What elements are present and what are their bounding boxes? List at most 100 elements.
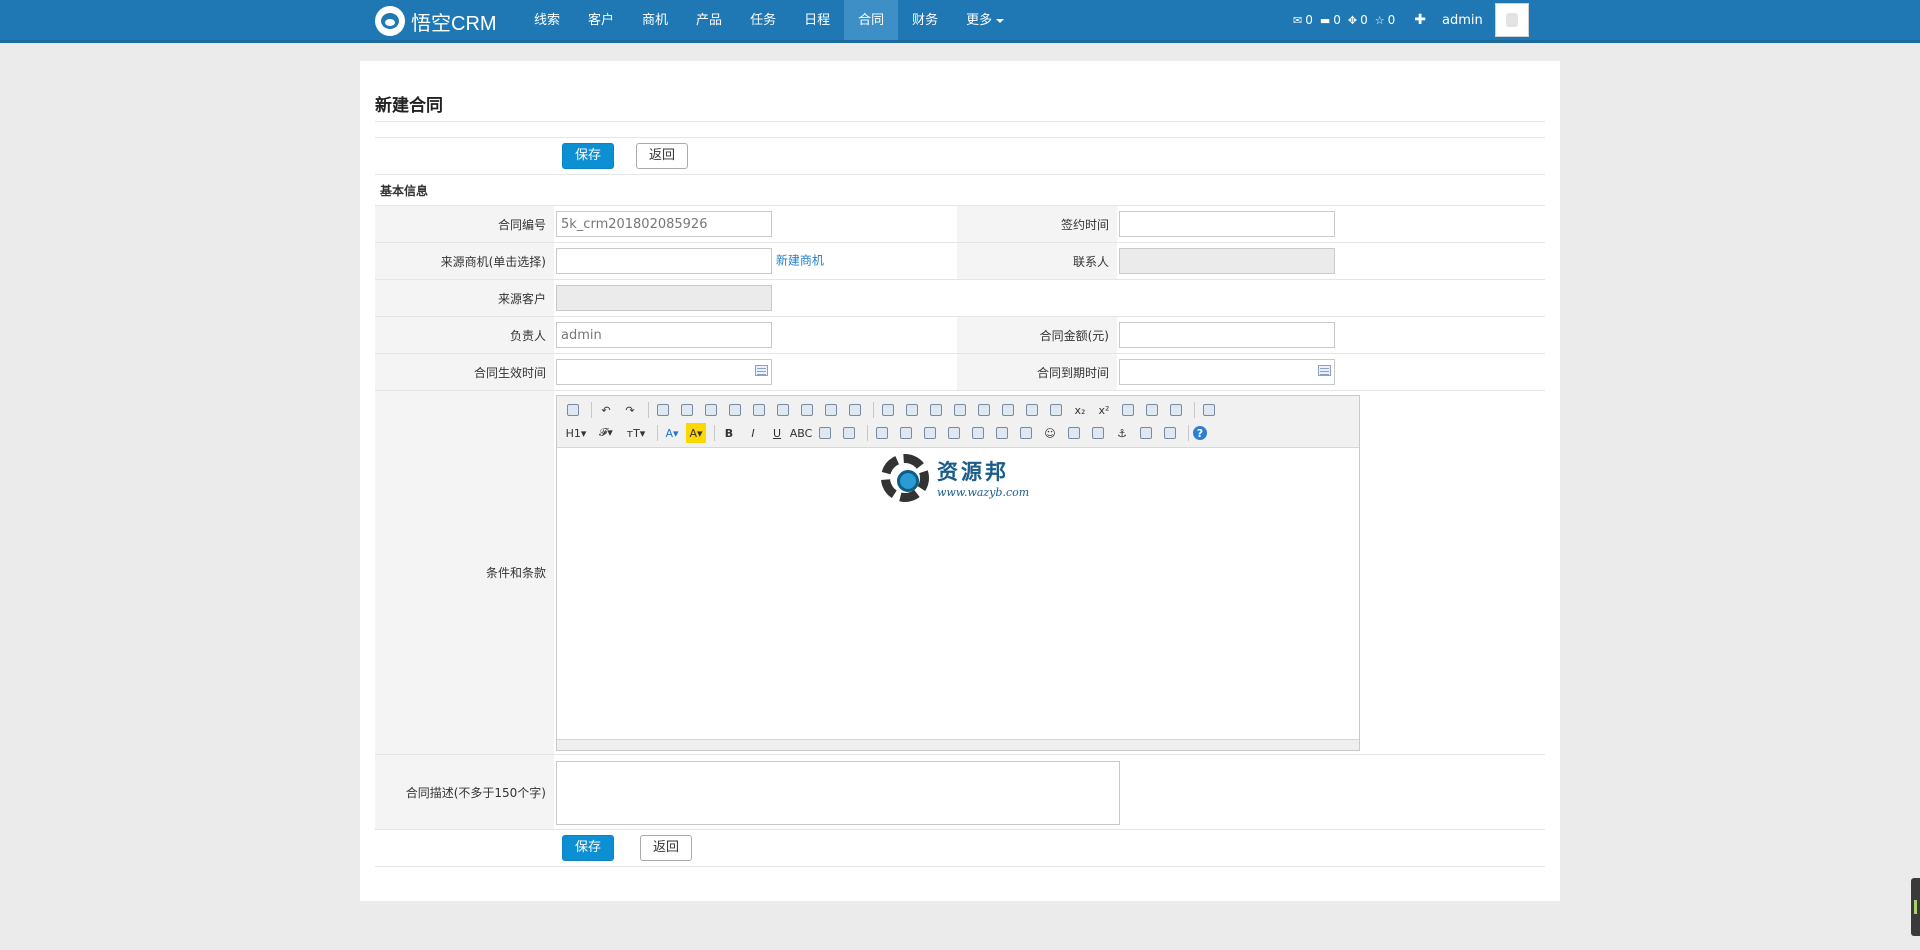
save-button-bottom[interactable]: 保存	[562, 835, 615, 861]
source-icon[interactable]	[563, 400, 583, 420]
underline-icon[interactable]: U	[767, 423, 787, 443]
back-button-top[interactable]: 返回	[636, 143, 689, 169]
fullscreen-icon[interactable]	[1199, 400, 1219, 420]
source-customer-input[interactable]	[556, 285, 772, 311]
superscript-icon[interactable]: x²	[1094, 400, 1114, 420]
indent-icon[interactable]	[1022, 400, 1042, 420]
heading-icon[interactable]: H1▾	[563, 423, 589, 443]
back-button-bottom[interactable]: 返回	[640, 835, 693, 861]
media-icon[interactable]	[944, 423, 964, 443]
empty-cell	[957, 279, 1545, 317]
italic-icon[interactable]: I	[743, 423, 763, 443]
comment-stat[interactable]: ▬ 0	[1320, 13, 1341, 27]
hilite-color-icon[interactable]: A▾	[686, 423, 706, 443]
link-icon[interactable]	[1136, 423, 1156, 443]
paste-text-icon[interactable]	[821, 400, 841, 420]
select-all-icon[interactable]	[1166, 400, 1186, 420]
nav-tasks[interactable]: 任务	[736, 0, 790, 40]
owner-input[interactable]	[556, 322, 772, 348]
emoticon-icon[interactable]: ☺	[1040, 423, 1060, 443]
table-icon[interactable]	[992, 423, 1012, 443]
strikethrough-icon[interactable]: ABC	[790, 423, 813, 443]
copy-icon[interactable]	[773, 400, 793, 420]
unlink-icon[interactable]	[1160, 423, 1180, 443]
align-right-icon[interactable]	[926, 400, 946, 420]
line-height-icon[interactable]	[815, 423, 835, 443]
avatar[interactable]	[1494, 3, 1529, 37]
code-icon[interactable]	[725, 400, 745, 420]
align-center-icon[interactable]	[902, 400, 922, 420]
nav-opportunities[interactable]: 商机	[628, 0, 682, 40]
editor-content-area[interactable]: 资源邦 www.wazyb.com	[557, 448, 1359, 740]
page-break-icon[interactable]	[1088, 423, 1108, 443]
bold-icon[interactable]: B	[719, 423, 739, 443]
nav-right: ✉ 0 ▬ 0 ✥ 0 ☆ 0 ✚ admin	[1293, 0, 1529, 40]
cut-icon[interactable]	[749, 400, 769, 420]
preview-icon[interactable]	[653, 400, 673, 420]
about-icon[interactable]: ?	[1193, 426, 1207, 440]
quick-format-icon[interactable]	[1142, 400, 1162, 420]
top-actions-row: 保存 返回	[375, 137, 1545, 175]
insert-file-icon[interactable]	[968, 423, 988, 443]
contact-input[interactable]	[1119, 248, 1335, 274]
nav-leads[interactable]: 线索	[520, 0, 574, 40]
start-date-input[interactable]	[556, 359, 772, 385]
paste-word-icon[interactable]	[845, 400, 865, 420]
mail-stat[interactable]: ✉ 0	[1293, 13, 1313, 27]
anchor-icon[interactable]: ⚓	[1112, 423, 1132, 443]
editor-resize-bar[interactable]	[557, 738, 1359, 750]
redo-icon[interactable]: ↷	[620, 400, 640, 420]
mail-count: 0	[1305, 13, 1313, 27]
clear-html-icon[interactable]	[1118, 400, 1138, 420]
user-menu[interactable]: admin	[1442, 13, 1483, 28]
brand[interactable]: 悟空CRM	[375, 6, 497, 36]
source-opp-label: 来源商机(单击选择)	[375, 242, 554, 280]
nav-schedule[interactable]: 日程	[790, 0, 844, 40]
amount-label: 合同金额(元)	[957, 316, 1117, 354]
nav-more[interactable]: 更多	[952, 0, 1018, 40]
baidu-map-icon[interactable]	[1064, 423, 1084, 443]
description-textarea[interactable]	[556, 760, 1120, 825]
calendar-icon[interactable]	[1318, 365, 1331, 376]
page-title: 新建合同	[375, 96, 443, 116]
nav-contracts[interactable]: 合同	[844, 0, 899, 40]
add-menu-button[interactable]: ✚	[1414, 12, 1426, 28]
flash-icon[interactable]	[920, 423, 940, 443]
unordered-list-icon[interactable]	[998, 400, 1018, 420]
justify-icon[interactable]	[950, 400, 970, 420]
star-stat[interactable]: ☆ 0	[1375, 13, 1396, 27]
ordered-list-icon[interactable]	[974, 400, 994, 420]
fore-color-icon[interactable]: A▾	[662, 423, 682, 443]
image-icon[interactable]	[872, 423, 892, 443]
multi-image-icon[interactable]	[896, 423, 916, 443]
undo-icon[interactable]: ↶	[596, 400, 616, 420]
task-stat[interactable]: ✥ 0	[1348, 13, 1368, 27]
toolbar-separator	[1188, 425, 1189, 441]
nav-customers[interactable]: 客户	[574, 0, 628, 40]
template-icon[interactable]	[701, 400, 721, 420]
comment-icon: ▬	[1319, 13, 1331, 27]
calendar-icon[interactable]	[755, 365, 768, 376]
rich-text-editor: ↶ ↷ x₂ x² H1▾ 𝓕▾ тT▾ A▾ A▾ B I U ABC ☺ ⚓? 资源邦 www.waz…	[556, 394, 1360, 751]
paste-icon[interactable]	[797, 400, 817, 420]
hr-icon[interactable]	[1016, 423, 1036, 443]
contract-no-input[interactable]	[556, 211, 772, 237]
nav-finance[interactable]: 财务	[898, 0, 952, 40]
contact-label: 联系人	[957, 242, 1117, 280]
remove-format-icon[interactable]	[839, 423, 859, 443]
caret-down-icon	[996, 18, 1005, 23]
nav-products[interactable]: 产品	[682, 0, 736, 40]
save-button-top[interactable]: 保存	[562, 143, 615, 169]
source-opp-input[interactable]	[556, 248, 772, 274]
align-left-icon[interactable]	[878, 400, 898, 420]
font-name-icon[interactable]: 𝓕▾	[593, 423, 619, 443]
sign-date-input[interactable]	[1119, 211, 1335, 237]
outdent-icon[interactable]	[1046, 400, 1066, 420]
side-feedback-tab[interactable]	[1911, 878, 1920, 936]
print-icon[interactable]	[677, 400, 697, 420]
font-size-icon[interactable]: тT▾	[623, 423, 649, 443]
subscript-icon[interactable]: x₂	[1070, 400, 1090, 420]
amount-input[interactable]	[1119, 322, 1335, 348]
end-date-input[interactable]	[1119, 359, 1335, 385]
new-opportunity-link[interactable]: 新建商机	[776, 254, 824, 268]
